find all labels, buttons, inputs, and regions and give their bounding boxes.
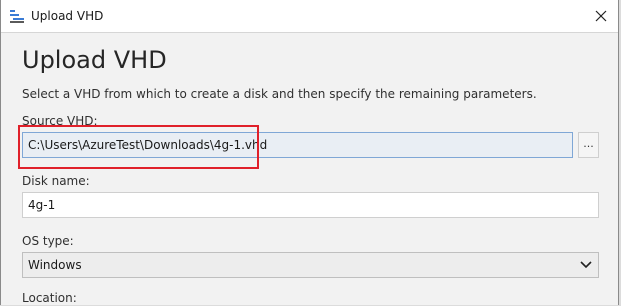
source-vhd-field[interactable]: C:\Users\AzureTest\Downloads\4g-1.vhd [22, 132, 573, 158]
disk-name-label: Disk name: [22, 174, 90, 188]
os-type-value: Windows [28, 258, 82, 272]
source-vhd-label: Source VHD: [22, 114, 98, 128]
page-title: Upload VHD [22, 46, 167, 74]
upload-vhd-icon [9, 8, 25, 24]
os-type-select[interactable]: Windows [22, 252, 599, 278]
close-icon [595, 10, 607, 22]
window-title: Upload VHD [31, 9, 104, 23]
location-label: Location: [22, 291, 77, 305]
upload-vhd-dialog: Upload VHD Upload VHD Select a VHD from … [0, 0, 619, 305]
close-button[interactable] [590, 5, 612, 27]
title-bar: Upload VHD [1, 0, 618, 33]
page-description: Select a VHD from which to create a disk… [22, 87, 537, 101]
disk-name-field[interactable]: 4g-1 [22, 192, 599, 218]
chevron-down-icon [580, 261, 592, 269]
os-type-label: OS type: [22, 234, 74, 248]
browse-button[interactable]: ... [578, 132, 599, 158]
